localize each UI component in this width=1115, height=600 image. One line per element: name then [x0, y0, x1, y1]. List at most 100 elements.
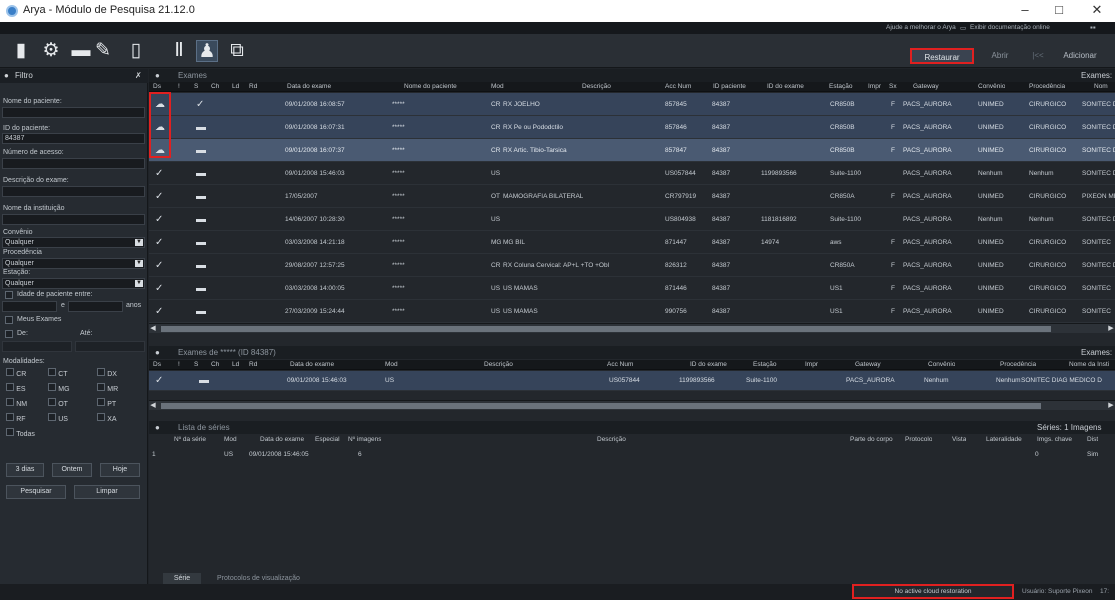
col-impr[interactable]: Impr: [868, 82, 881, 92]
help-improve-link[interactable]: Ajude a melhorar o Arya: [886, 24, 956, 31]
col-s[interactable]: S: [194, 360, 198, 370]
col-ch[interactable]: Ch: [211, 82, 219, 92]
age-to-input[interactable]: [68, 301, 123, 312]
col-exam-date[interactable]: Data do exame: [290, 360, 334, 370]
table-row[interactable]: ☁ ▬ 09/01/2008 16:07:37 ***** CR RX Artic. Ti…: [149, 139, 1115, 162]
tools-icon[interactable]: Ⅱ: [168, 40, 190, 62]
col-exam-date[interactable]: Data do exame: [260, 435, 304, 445]
modality-dx[interactable]: DX: [97, 368, 117, 378]
col-mod[interactable]: Mod: [491, 82, 504, 92]
document-icon[interactable]: ▮: [10, 40, 32, 62]
scroll-right-icon[interactable]: ▶: [1107, 324, 1115, 334]
col-description[interactable]: Descrição: [484, 360, 513, 370]
col-station[interactable]: Estação: [753, 360, 777, 370]
today-button[interactable]: Hoje: [100, 463, 140, 477]
scroll-right-icon[interactable]: ▶: [1107, 401, 1115, 411]
col-ds[interactable]: Ds: [153, 82, 161, 92]
first-button[interactable]: |<<: [1030, 48, 1046, 64]
modality-mg[interactable]: MG: [48, 383, 70, 393]
restore-button[interactable]: Restaurar: [910, 48, 974, 64]
col-alert[interactable]: !: [178, 360, 180, 370]
col-exam-id[interactable]: ID do exame: [767, 82, 804, 92]
patient-name-input[interactable]: [2, 107, 145, 118]
modality-cr[interactable]: CR: [6, 368, 26, 378]
table-row[interactable]: ✓ ▬ 03/03/2008 14:21:18 ***** MG MG BIL 871447…: [149, 231, 1115, 254]
col-protocol[interactable]: Protocolo: [905, 435, 932, 445]
close-button[interactable]: ✕: [1082, 2, 1112, 20]
user-icon[interactable]: ♟: [196, 40, 218, 62]
minimize-button[interactable]: –: [1010, 2, 1040, 20]
scroll-left-icon[interactable]: ◀: [149, 401, 157, 411]
scroll-left-icon[interactable]: ◀: [149, 324, 157, 334]
series-row[interactable]: 1 US 09/01/2008 15:46:05 6 0 Sim: [149, 448, 1115, 462]
exam-desc-input[interactable]: [2, 186, 145, 197]
table-row[interactable]: ☁ ▬ 09/01/2008 16:07:31 ***** CR RX Pe ou Pod…: [149, 116, 1115, 139]
col-institution[interactable]: Nome da Insti: [1069, 360, 1109, 370]
col-dist[interactable]: Dist: [1087, 435, 1098, 445]
grid-icon[interactable]: ▪▪: [1090, 23, 1096, 32]
yesterday-button[interactable]: Ontem: [52, 463, 92, 477]
col-exam-date[interactable]: Data do exame: [287, 82, 331, 92]
maximize-button[interactable]: □: [1044, 2, 1074, 20]
patient-exam-row[interactable]: ✓ ▬ 09/01/2008 15:46:03 US US057844 1199…: [149, 371, 1115, 391]
settings-icon[interactable]: ⚙: [40, 40, 62, 62]
col-patient-id[interactable]: ID paciente: [713, 82, 746, 92]
open-button[interactable]: Abrir: [980, 48, 1020, 64]
col-station[interactable]: Estação: [829, 82, 853, 92]
col-acc-num[interactable]: Acc Num: [607, 360, 633, 370]
col-gateway[interactable]: Gateway: [913, 82, 939, 92]
institution-input[interactable]: [2, 214, 145, 225]
minus-icon[interactable]: ▬: [70, 40, 92, 62]
col-exam-id[interactable]: ID do exame: [690, 360, 727, 370]
col-rd[interactable]: Rd: [249, 82, 257, 92]
col-convenio[interactable]: Convênio: [978, 82, 1005, 92]
export-icon[interactable]: ⧉: [226, 40, 248, 62]
col-laterality[interactable]: Lateralidade: [986, 435, 1022, 445]
table-row[interactable]: ✓ ▬ 03/03/2008 14:00:05 ***** US US MAMAS 8714…: [149, 277, 1115, 300]
pin-icon[interactable]: ✗: [135, 69, 142, 83]
col-description[interactable]: Descrição: [582, 82, 611, 92]
tab-view-protocols[interactable]: Protocolos de visualização: [217, 573, 317, 584]
modality-xa[interactable]: XA: [97, 413, 117, 423]
col-series-num[interactable]: Nº da série: [174, 435, 206, 445]
date-to-input[interactable]: [75, 341, 145, 352]
col-acc-num[interactable]: Acc Num: [665, 82, 691, 92]
table-row[interactable]: ✓ ▬ 09/01/2008 15:46:03 ***** US US057844 8438…: [149, 162, 1115, 185]
convenio-select[interactable]: Qualquer ▼: [2, 237, 145, 248]
date-from-checkbox[interactable]: [5, 330, 13, 340]
scroll-thumb[interactable]: [161, 326, 1051, 332]
col-ld[interactable]: Ld: [232, 360, 239, 370]
modality-ot[interactable]: OT: [48, 398, 68, 408]
col-impr[interactable]: Impr: [805, 360, 818, 370]
modality-us[interactable]: US: [48, 413, 68, 423]
modality-nm[interactable]: NM: [6, 398, 27, 408]
modality-rf[interactable]: RF: [6, 413, 26, 423]
modality-pt[interactable]: PT: [97, 398, 116, 408]
clear-button[interactable]: Limpar: [74, 485, 140, 499]
estacao-select[interactable]: Qualquer ▼: [2, 278, 145, 289]
col-ds[interactable]: Ds: [153, 360, 161, 370]
age-checkbox[interactable]: [5, 291, 13, 301]
col-procedencia[interactable]: Procedência: [1029, 82, 1065, 92]
patient-id-input[interactable]: 84387: [2, 133, 145, 144]
col-especial[interactable]: Especial: [315, 435, 340, 445]
procedencia-select[interactable]: Qualquer ▼: [2, 258, 145, 269]
col-procedencia[interactable]: Procedência: [1000, 360, 1036, 370]
table-row[interactable]: ☁ ✓ 09/01/2008 16:08:57 ***** CR RX JOELHO 857…: [149, 93, 1115, 116]
modality-es[interactable]: ES: [6, 383, 26, 393]
exams-hscrollbar[interactable]: ◀ ▶: [149, 323, 1115, 333]
col-convenio[interactable]: Convênio: [928, 360, 955, 370]
add-button[interactable]: Adicionar: [1055, 48, 1105, 64]
col-ld[interactable]: Ld: [232, 82, 239, 92]
col-sx[interactable]: Sx: [889, 82, 897, 92]
access-number-input[interactable]: [2, 158, 145, 169]
col-mod[interactable]: Mod: [224, 435, 237, 445]
col-description[interactable]: Descrição: [597, 435, 626, 445]
col-rd[interactable]: Rd: [249, 360, 257, 370]
user-settings-icon[interactable]: ✎: [92, 40, 114, 62]
col-body-part[interactable]: Parte do corpo: [850, 435, 893, 445]
tab-series[interactable]: Série: [163, 573, 201, 584]
col-patient-name[interactable]: Nome do paciente: [404, 82, 457, 92]
col-num-images[interactable]: Nº imagens: [348, 435, 381, 445]
table-row[interactable]: ✓ ▬ 29/08/2007 12:57:25 ***** CR RX Coluna Ce…: [149, 254, 1115, 277]
